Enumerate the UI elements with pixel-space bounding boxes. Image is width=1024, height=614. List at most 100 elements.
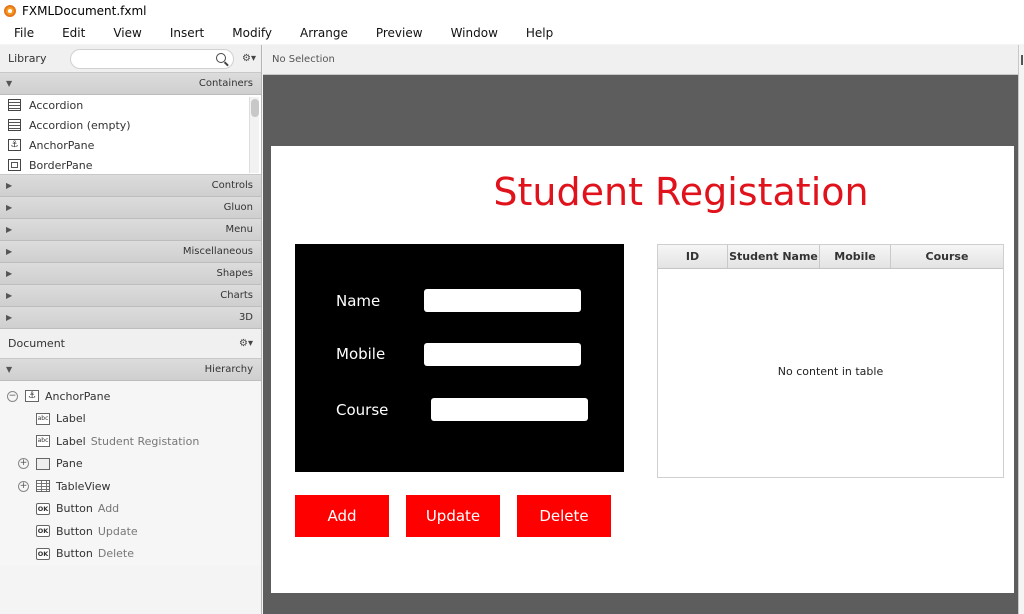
collapsed-arrow-icon: ▶: [6, 313, 13, 322]
menu-preview[interactable]: Preview: [376, 26, 423, 40]
lib-item-borderpane[interactable]: BorderPane: [0, 155, 261, 175]
expand-icon[interactable]: +: [18, 458, 29, 470]
section-miscellaneous[interactable]: ▶ Miscellaneous: [0, 241, 261, 263]
button-ok-icon: OK: [36, 525, 50, 538]
name-field[interactable]: [424, 289, 581, 312]
expand-arrow-icon: ▼: [6, 365, 13, 374]
section-3d[interactable]: ▶ 3D: [0, 307, 261, 329]
collapsed-arrow-icon: ▶: [6, 269, 13, 278]
selection-bar: No Selection: [263, 45, 1024, 75]
student-table[interactable]: ID Student Name Mobile Course No content…: [657, 244, 1004, 478]
collapsed-arrow-icon: ▶: [6, 225, 13, 234]
lib-item-anchorpane[interactable]: ⚓ AnchorPane: [0, 135, 261, 155]
section-label: Shapes: [216, 268, 253, 279]
node-sub: Add: [97, 502, 120, 516]
column-header-course[interactable]: Course: [891, 245, 1003, 268]
menu-help[interactable]: Help: [526, 26, 553, 40]
column-header-student-name[interactable]: Student Name: [728, 245, 820, 268]
section-gluon[interactable]: ▶ Gluon: [0, 197, 261, 219]
lib-item-label: AnchorPane: [29, 138, 95, 152]
library-scrollbar[interactable]: [249, 97, 259, 173]
section-label: Miscellaneous: [182, 246, 253, 257]
anchor-icon: ⚓: [8, 139, 21, 151]
mobile-label: Mobile: [336, 345, 386, 363]
menu-edit[interactable]: Edit: [62, 26, 85, 40]
document-label: Document: [8, 337, 65, 350]
collapsed-arrow-icon: ▶: [6, 291, 13, 300]
tree-node-button-update[interactable]: OK Button Update: [0, 520, 261, 543]
section-menu[interactable]: ▶ Menu: [0, 219, 261, 241]
expand-icon[interactable]: +: [18, 480, 29, 492]
add-button[interactable]: Add: [295, 495, 389, 537]
column-header-id[interactable]: ID: [658, 245, 728, 268]
menu-insert[interactable]: Insert: [170, 26, 204, 40]
scrollbar-thumb[interactable]: [251, 99, 259, 117]
tree-node-anchorpane[interactable]: − ⚓ AnchorPane: [0, 385, 261, 408]
containers-list: Accordion Accordion (empty) ⚓ AnchorPane…: [0, 95, 261, 175]
table-header: ID Student Name Mobile Course: [658, 245, 1003, 269]
section-label: Controls: [211, 180, 253, 191]
lib-item-label: Accordion: [29, 98, 84, 112]
node-type: Button: [56, 547, 93, 561]
tree-node-button-delete[interactable]: OK Button Delete: [0, 543, 261, 566]
document-gear-icon[interactable]: ⚙▾: [239, 338, 253, 349]
course-field[interactable]: [431, 398, 588, 421]
button-ok-icon: OK: [36, 502, 50, 515]
accordion-icon: [8, 99, 21, 111]
tree-node-label[interactable]: abc Label: [0, 408, 261, 431]
lib-item-accordion[interactable]: Accordion: [0, 95, 261, 115]
anchor-icon: ⚓: [25, 390, 39, 403]
editor-area: No Selection Student Registation Name Mo…: [263, 45, 1024, 614]
node-type: Button: [56, 502, 93, 516]
node-sub: Student Registation: [90, 434, 200, 448]
tree-node-button-add[interactable]: OK Button Add: [0, 498, 261, 521]
heading-label[interactable]: Student Registation: [271, 170, 1024, 214]
menu-arrange[interactable]: Arrange: [300, 26, 348, 40]
button-ok-icon: OK: [36, 547, 50, 560]
section-hierarchy[interactable]: ▼ Hierarchy: [0, 359, 261, 381]
library-label: Library: [8, 52, 47, 65]
tree-node-label-heading[interactable]: abc Label Student Registation: [0, 430, 261, 453]
label-abc-icon: abc: [36, 435, 50, 448]
delete-button[interactable]: Delete: [517, 495, 611, 537]
window-title: FXMLDocument.fxml: [22, 4, 147, 18]
lib-item-accordion-empty[interactable]: Accordion (empty): [0, 115, 261, 135]
label-abc-icon: abc: [36, 412, 50, 425]
expand-arrow-icon: ▼: [6, 79, 13, 88]
section-shapes[interactable]: ▶ Shapes: [0, 263, 261, 285]
search-icon[interactable]: [216, 52, 226, 63]
selection-status: No Selection: [272, 54, 335, 65]
lib-item-label: BorderPane: [29, 158, 93, 172]
menu-modify[interactable]: Modify: [232, 26, 272, 40]
section-label: Charts: [220, 290, 253, 301]
node-type: Pane: [56, 457, 83, 471]
section-charts[interactable]: ▶ Charts: [0, 285, 261, 307]
section-label: 3D: [238, 312, 253, 323]
tree-node-pane[interactable]: + Pane: [0, 453, 261, 476]
mobile-field[interactable]: [424, 343, 581, 366]
tree-node-tableview[interactable]: + TableView: [0, 475, 261, 498]
update-button[interactable]: Update: [406, 495, 500, 537]
inspector-edge-strip[interactable]: [1018, 45, 1024, 614]
section-controls[interactable]: ▶ Controls: [0, 175, 261, 197]
section-hierarchy-label: Hierarchy: [204, 364, 253, 375]
lib-item-label: Accordion (empty): [29, 118, 131, 132]
table-icon: [36, 480, 50, 493]
document-header: Document ⚙▾: [0, 329, 261, 359]
menu-file[interactable]: File: [14, 26, 34, 40]
pane-icon: [36, 457, 50, 470]
node-sub: Delete: [97, 547, 135, 561]
collapse-icon[interactable]: −: [7, 390, 18, 402]
hierarchy-tree: − ⚓ AnchorPane abc Label abc Label Stude…: [0, 381, 261, 565]
menu-view[interactable]: View: [113, 26, 141, 40]
node-type: Button: [56, 524, 93, 538]
library-search-input[interactable]: [70, 48, 234, 69]
column-header-mobile[interactable]: Mobile: [820, 245, 891, 268]
design-canvas-anchorpane[interactable]: Student Registation Name Mobile Course I…: [271, 146, 1014, 593]
library-header: Library ⚙▾: [0, 45, 261, 73]
form-pane[interactable]: Name Mobile Course: [295, 244, 624, 472]
section-containers[interactable]: ▼ Containers: [0, 73, 261, 95]
menu-bar: File Edit View Insert Modify Arrange Pre…: [0, 22, 1024, 44]
library-gear-icon[interactable]: ⚙▾: [242, 53, 256, 64]
menu-window[interactable]: Window: [451, 26, 498, 40]
